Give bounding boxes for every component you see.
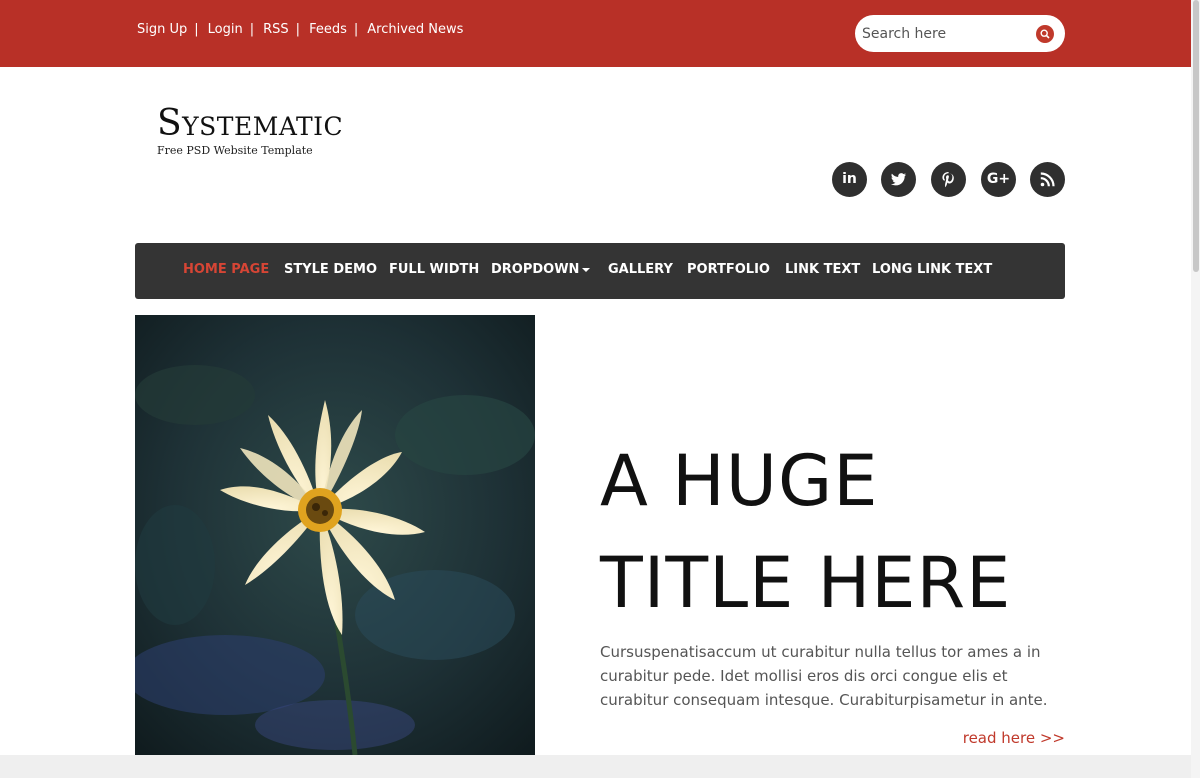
nav-long-link-text[interactable]: LONG LINK TEXT xyxy=(872,262,992,277)
nav-style-demo[interactable]: STYLE DEMO xyxy=(284,262,377,277)
separator: | xyxy=(353,22,359,37)
separator: | xyxy=(194,22,199,37)
site-logo[interactable]: Systematic Free PSD Website Template xyxy=(157,103,344,158)
nav-link-text[interactable]: LINK TEXT xyxy=(785,262,860,277)
nav-gallery[interactable]: GALLERY xyxy=(608,262,673,277)
hero-body: Cursuspenatisaccum ut curabitur nulla te… xyxy=(600,643,1048,709)
google-plus-icon[interactable]: G+ xyxy=(981,162,1016,197)
hero-title-line-1: A HUGE xyxy=(600,440,879,522)
nav-home-page[interactable]: HOME PAGE xyxy=(183,262,269,277)
top-links: Sign Up | Login | RSS | Feeds | Archived News xyxy=(137,22,463,37)
rss-icon[interactable] xyxy=(1030,162,1065,197)
rss-link[interactable]: RSS xyxy=(263,22,289,37)
nav-portfolio[interactable]: PORTFOLIO xyxy=(687,262,770,277)
nav-full-width[interactable]: FULL WIDTH xyxy=(389,262,479,277)
linkedin-icon[interactable]: in xyxy=(832,162,867,197)
separator: | xyxy=(249,22,255,37)
sign-up-link[interactable]: Sign Up xyxy=(137,22,187,37)
logo-tagline: Free PSD Website Template xyxy=(157,144,313,157)
search-icon xyxy=(1040,29,1050,39)
scrollbar[interactable] xyxy=(1191,0,1200,778)
scroll-thumb[interactable] xyxy=(1193,0,1199,272)
twitter-icon[interactable] xyxy=(881,162,916,197)
main-nav: HOME PAGE STYLE DEMO FULL WIDTH DROPDOWN… xyxy=(135,243,1065,299)
read-more-link[interactable]: read here >> xyxy=(940,729,1065,747)
nav-dropdown-label: DROPDOWN xyxy=(491,262,580,277)
archived-news-link[interactable]: Archived News xyxy=(367,22,463,37)
chevron-down-icon xyxy=(582,267,591,272)
bottom-strip xyxy=(0,755,1200,778)
search-box xyxy=(855,15,1065,52)
login-link[interactable]: Login xyxy=(208,22,243,37)
hero-title-line-2: TITLE HERE xyxy=(600,542,1012,624)
search-button[interactable] xyxy=(1036,25,1054,43)
separator: | xyxy=(295,22,301,37)
feeds-link[interactable]: Feeds xyxy=(309,22,347,37)
hero-image xyxy=(135,315,535,755)
top-bar: Sign Up | Login | RSS | Feeds | Archived News xyxy=(0,0,1200,67)
search-input[interactable] xyxy=(862,23,1022,44)
nav-dropdown[interactable]: DROPDOWN xyxy=(491,262,591,277)
logo-title: Systematic xyxy=(157,103,344,144)
pinterest-icon[interactable] xyxy=(931,162,966,197)
hero-title: A HUGE TITLE HERE xyxy=(600,430,1070,634)
